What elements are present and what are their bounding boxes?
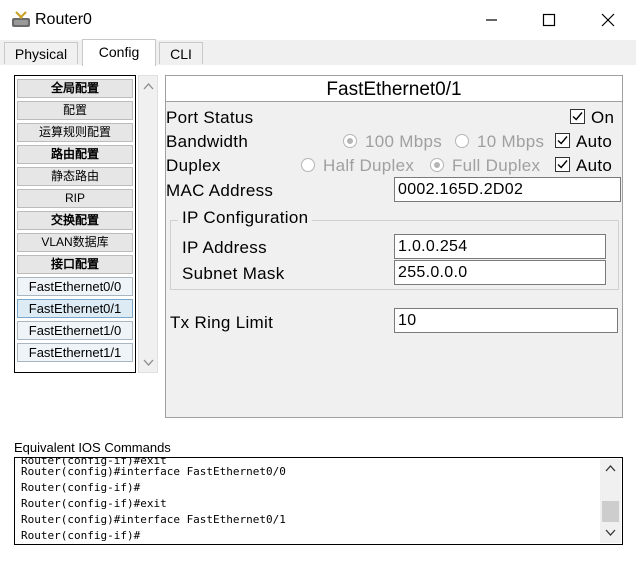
ip-address-field[interactable]: 1.0.0.254	[394, 234, 606, 259]
duplex-auto-label: Auto	[576, 156, 613, 175]
subnet-mask-label: Subnet Mask	[182, 264, 285, 283]
port-status-on-label: On	[591, 108, 615, 127]
nav-global-config-header[interactable]: 全局配置	[17, 79, 133, 98]
port-status-label: Port Status	[166, 108, 254, 127]
close-icon[interactable]	[597, 9, 619, 31]
console-scroll-down-icon[interactable]	[605, 529, 616, 537]
bandwidth-label: Bandwidth	[166, 132, 249, 151]
console-line: Router(config)#interface FastEthernet0/0	[21, 465, 286, 478]
tx-ring-limit-label: Tx Ring Limit	[170, 313, 274, 332]
scroll-up-icon[interactable]	[143, 82, 154, 90]
console-scrollbar[interactable]	[600, 459, 621, 543]
nav-scrollbar[interactable]	[138, 75, 158, 373]
duplex-full-label: Full Duplex	[452, 156, 541, 175]
nav-fastethernet0-1[interactable]: FastEthernet0/1	[17, 299, 133, 318]
ios-commands-console[interactable]: Router(config-if)#exit Router(config)#in…	[14, 457, 623, 545]
nav-algorithm-settings[interactable]: 运算规则配置	[17, 123, 133, 142]
nav-fastethernet0-0[interactable]: FastEthernet0/0	[17, 277, 133, 296]
window-title: Router0	[35, 11, 92, 28]
bandwidth-auto-label: Auto	[576, 132, 613, 151]
tx-ring-limit-field[interactable]: 10	[394, 308, 618, 333]
console-line: Router(config)#interface FastEthernet0/1	[21, 513, 286, 526]
ios-commands-label: Equivalent IOS Commands	[14, 440, 171, 455]
bandwidth-100-label: 100 Mbps	[365, 132, 443, 151]
bandwidth-auto-checkbox[interactable]	[555, 133, 570, 148]
console-line: Router(config-if)#exit	[21, 497, 167, 510]
tab-config[interactable]: Config	[82, 39, 156, 66]
nav-interface-header[interactable]: 接口配置	[17, 255, 133, 274]
config-nav-list: 全局配置 配置 运算规则配置 路由配置 静态路由 RIP 交换配置 VLAN数据…	[14, 75, 136, 373]
interface-title: FastEthernet0/1	[166, 76, 622, 102]
title-bar: Router0	[0, 0, 636, 40]
nav-static-routing[interactable]: 静态路由	[17, 167, 133, 186]
maximize-icon[interactable]	[538, 9, 560, 31]
bandwidth-10-label: 10 Mbps	[477, 132, 545, 151]
subnet-mask-field[interactable]: 255.0.0.0	[394, 260, 606, 285]
scroll-down-icon[interactable]	[143, 359, 154, 367]
nav-routing-header[interactable]: 路由配置	[17, 145, 133, 164]
nav-fastethernet1-0[interactable]: FastEthernet1/0	[17, 321, 133, 340]
duplex-half-label: Half Duplex	[323, 156, 415, 175]
mac-address-label: MAC Address	[166, 181, 274, 200]
mac-address-field[interactable]: 0002.165D.2D02	[394, 177, 621, 202]
console-scroll-up-icon[interactable]	[605, 464, 616, 472]
console-scroll-thumb[interactable]	[602, 501, 619, 522]
nav-switching-header[interactable]: 交换配置	[17, 211, 133, 230]
duplex-full-radio[interactable]	[430, 158, 444, 172]
nav-vlan-database[interactable]: VLAN数据库	[17, 233, 133, 252]
duplex-auto-checkbox[interactable]	[555, 157, 570, 172]
console-line: Router(config-if)#	[21, 481, 141, 494]
minimize-icon[interactable]	[481, 9, 503, 31]
nav-fastethernet1-1[interactable]: FastEthernet1/1	[17, 343, 133, 362]
tab-cli[interactable]: CLI	[159, 42, 203, 64]
ip-configuration-title: IP Configuration	[178, 208, 313, 228]
bandwidth-100-radio[interactable]	[343, 134, 357, 148]
duplex-half-radio[interactable]	[301, 158, 315, 172]
duplex-label: Duplex	[166, 156, 221, 175]
router-icon	[10, 9, 32, 31]
ip-address-label: IP Address	[182, 238, 267, 257]
console-line: Router(config-if)#	[21, 529, 141, 542]
tab-physical[interactable]: Physical	[4, 42, 78, 64]
port-status-on-checkbox[interactable]	[570, 109, 585, 124]
nav-rip[interactable]: RIP	[17, 189, 133, 208]
nav-settings[interactable]: 配置	[17, 101, 133, 120]
bandwidth-10-radio[interactable]	[455, 134, 469, 148]
